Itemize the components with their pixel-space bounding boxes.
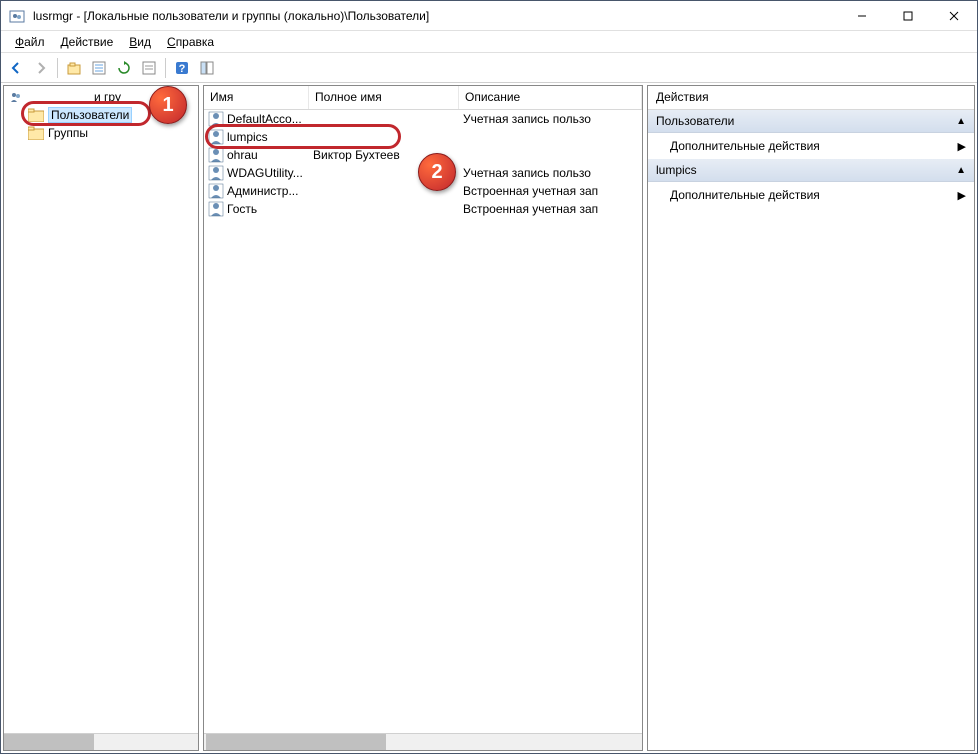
menu-file[interactable]: Файл (7, 33, 53, 51)
close-button[interactable] (931, 1, 977, 31)
arrow-right-icon: ▶ (958, 140, 966, 153)
users-groups-icon (8, 89, 24, 105)
cell-description: Учетная запись пользо (459, 166, 642, 180)
actions-header: Действия (648, 86, 974, 110)
tree-users-label: Пользователи (48, 107, 132, 123)
tree-users[interactable]: Пользователи (6, 106, 196, 124)
user-name: Администр... (227, 184, 298, 198)
maximize-button[interactable] (885, 1, 931, 31)
folder-icon (28, 126, 44, 140)
user-name: lumpics (227, 130, 268, 144)
list-panel: Имя Полное имя Описание DefaultAcco... Уч… (203, 85, 643, 751)
list-row[interactable]: WDAGUtility... Учетная запись пользо (204, 164, 642, 182)
tree-groups-label: Группы (48, 126, 88, 140)
list-row[interactable]: ohrau Виктор Бухтеев (204, 146, 642, 164)
action-more-lumpics[interactable]: Дополнительные действия ▶ (648, 182, 974, 208)
list-scrollbar[interactable] (204, 733, 642, 750)
menu-action[interactable]: Действие (53, 33, 122, 51)
back-button[interactable] (5, 57, 27, 79)
list-row[interactable]: DefaultAcco... Учетная запись пользо (204, 110, 642, 128)
action-section-lumpics-label: lumpics (656, 163, 697, 177)
cell-description: Встроенная учетная зап (459, 184, 642, 198)
action-section-users-label: Пользователи (656, 114, 734, 128)
column-fullname[interactable]: Полное имя (309, 86, 459, 109)
list-row[interactable]: Гость Встроенная учетная зап (204, 200, 642, 218)
view-button[interactable] (196, 57, 218, 79)
cell-name: ohrau (204, 147, 309, 163)
menu-help[interactable]: Справка (159, 33, 222, 51)
up-button[interactable] (63, 57, 85, 79)
arrow-right-icon: ▶ (958, 189, 966, 202)
user-name: ohrau (227, 148, 258, 162)
menubar: Файл Действие Вид Справка (1, 31, 977, 53)
svg-text:?: ? (179, 63, 186, 75)
help-button[interactable]: ? (171, 57, 193, 79)
action-more-lumpics-label: Дополнительные действия (670, 188, 820, 202)
action-section-users[interactable]: Пользователи ▲ (648, 110, 974, 133)
user-name: DefaultAcco... (227, 112, 302, 126)
tree-root[interactable]: и гру (6, 88, 196, 106)
content-area: и гру Пользователи Группы Имя Полное имя… (1, 83, 977, 753)
column-description[interactable]: Описание (459, 86, 642, 109)
action-more-users-label: Дополнительные действия (670, 139, 820, 153)
chevron-up-icon: ▲ (956, 165, 966, 176)
chevron-up-icon: ▲ (956, 116, 966, 127)
list-row[interactable]: Администр... Встроенная учетная зап (204, 182, 642, 200)
tree-panel: и гру Пользователи Группы (3, 85, 199, 751)
cell-name: Администр... (204, 183, 309, 199)
tree-root-label-suffix: и гру (94, 90, 121, 104)
list-body: DefaultAcco... Учетная запись пользо lumpi… (204, 110, 642, 750)
cell-name: WDAGUtility... (204, 165, 309, 181)
folder-icon (28, 108, 44, 122)
forward-button[interactable] (30, 57, 52, 79)
cell-description: Учетная запись пользо (459, 112, 642, 126)
list-row[interactable]: lumpics (204, 128, 642, 146)
cell-description: Встроенная учетная зап (459, 202, 642, 216)
minimize-button[interactable] (839, 1, 885, 31)
actions-panel: Действия Пользователи ▲ Дополнительные д… (647, 85, 975, 751)
menu-view[interactable]: Вид (121, 33, 159, 51)
tree-groups[interactable]: Группы (6, 124, 196, 142)
export-button[interactable] (138, 57, 160, 79)
list-header: Имя Полное имя Описание (204, 86, 642, 110)
column-name[interactable]: Имя (204, 86, 309, 109)
action-section-lumpics[interactable]: lumpics ▲ (648, 159, 974, 182)
cell-name: DefaultAcco... (204, 111, 309, 127)
cell-name: lumpics (204, 129, 309, 145)
cell-fullname: Виктор Бухтеев (309, 148, 459, 162)
tree-scrollbar[interactable] (4, 733, 198, 750)
user-name: Гость (227, 202, 257, 216)
action-more-users[interactable]: Дополнительные действия ▶ (648, 133, 974, 159)
window-title: lusrmgr - [Локальные пользователи и груп… (33, 9, 839, 23)
cell-name: Гость (204, 201, 309, 217)
refresh-button[interactable] (113, 57, 135, 79)
titlebar: lusrmgr - [Локальные пользователи и груп… (1, 1, 977, 31)
user-name: WDAGUtility... (227, 166, 303, 180)
properties-button[interactable] (88, 57, 110, 79)
toolbar: ? (1, 53, 977, 83)
app-icon (9, 8, 25, 24)
